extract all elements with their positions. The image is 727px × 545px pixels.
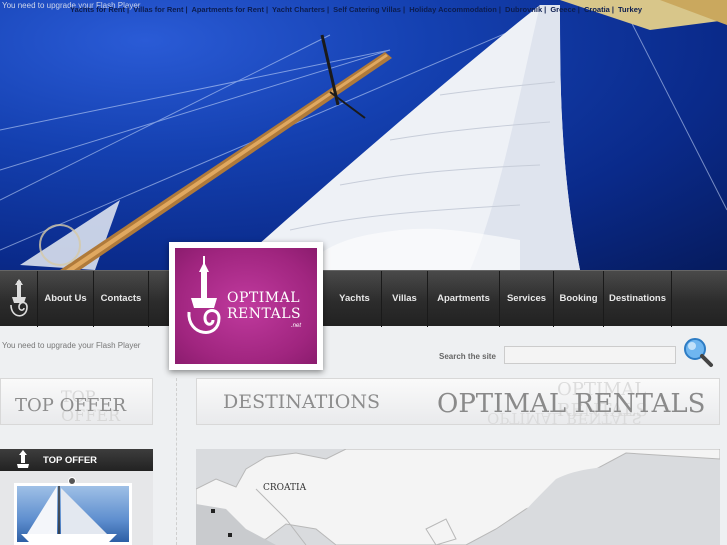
search-label: Search the site [439,352,496,361]
map-label-croatia: CROATIA [263,483,307,493]
top-offer-banner: TOP OFFER TOP OFFER [0,378,153,425]
column-divider [176,378,177,545]
top-link[interactable]: Holiday Accommodation [409,5,497,14]
top-offer-title: TOP OFFER [15,395,127,416]
top-link[interactable]: Villas for Rent [133,5,183,14]
nav-about-us[interactable]: About Us [38,271,94,327]
top-link[interactable]: Yachts for Rent [70,5,125,14]
home-logo-icon[interactable] [0,271,38,327]
sailing-image [0,0,727,270]
nav-booking[interactable]: Booking [554,271,604,327]
destinations-banner: OPTIMAL RENTALS DESTINATIONS OPTIMAL REN… [196,378,720,427]
search-input[interactable] [504,346,676,364]
nav-yachts[interactable]: Yachts [328,271,382,327]
search-icon[interactable] [682,336,714,368]
site-logo[interactable]: OPTIMAL RENTALS .net [169,242,323,370]
top-link[interactable]: Turkey [618,5,642,14]
top-offer-card[interactable] [0,471,153,545]
top-link[interactable]: Apartments for Rent [191,5,264,14]
photo-pin-icon [68,477,76,485]
top-link[interactable]: Greece [550,5,575,14]
nav-apartments[interactable]: Apartments [428,271,500,327]
nav-services[interactable]: Services [500,271,554,327]
logo-text-line1: OPTIMAL [227,290,301,306]
nav-villas[interactable]: Villas [382,271,428,327]
hero-banner: You need to upgrade your Flash Player Ya… [0,0,727,270]
top-link[interactable]: Yacht Charters [272,5,325,14]
main-nav: About Us Contacts Yachts Villas Apartmen… [0,270,727,327]
nav-contacts[interactable]: Contacts [94,271,149,327]
top-offer-label: TOP OFFER [43,455,98,466]
lighthouse-icon [187,256,221,334]
logo-text-line2: RENTALS [227,306,302,322]
logo-text-domain: .net [291,323,302,329]
map-graphic [196,449,720,545]
top-link[interactable]: Croatia [584,5,610,14]
flash-notice-left: You need to upgrade your Flash Player [2,341,141,350]
brand-reflection: OPTIMAL RENTALS [487,409,642,427]
top-links: Yachts for Rent | Villas for Rent | Apartm… [70,5,643,14]
destinations-map[interactable]: CROATIA [196,449,720,545]
top-offer-header: TOP OFFER [0,449,153,471]
top-link[interactable]: Self Catering Villas [333,5,401,14]
yacht-photo[interactable] [14,483,132,545]
destinations-title: DESTINATIONS [223,391,381,413]
lighthouse-icon [17,450,29,468]
logo-badge: OPTIMAL RENTALS .net [175,248,317,364]
nav-destinations[interactable]: Destinations [604,271,672,327]
top-link[interactable]: Dubrovnik [505,5,542,14]
